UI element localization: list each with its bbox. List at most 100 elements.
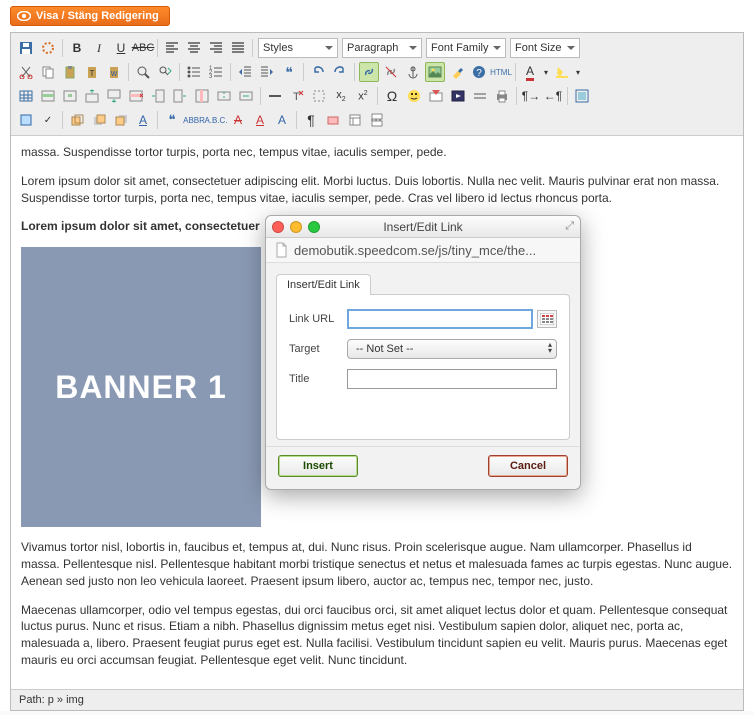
hr-icon[interactable] [265, 86, 285, 106]
fullscreen-icon[interactable] [572, 86, 592, 106]
find-replace-icon[interactable] [155, 62, 175, 82]
browse-link-button[interactable] [537, 310, 557, 328]
unlink-icon[interactable] [381, 62, 401, 82]
tab-panel: Link URL Target [276, 294, 570, 440]
sup-icon[interactable]: x2 [353, 86, 373, 106]
backcolor-dropdown-icon[interactable]: ▾ [574, 62, 582, 82]
ltr-icon[interactable]: ¶→ [521, 86, 541, 106]
link-icon[interactable] [359, 62, 379, 82]
italic-icon[interactable]: I [89, 38, 109, 58]
svg-text:3: 3 [209, 74, 213, 79]
undo-icon[interactable] [308, 62, 328, 82]
split-cells-icon[interactable] [214, 86, 234, 106]
underline-icon[interactable]: U [111, 38, 131, 58]
cut-icon[interactable] [16, 62, 36, 82]
remove-formatting-icon[interactable]: T [287, 86, 307, 106]
target-select[interactable]: -- Not Set -- ▴▾ [347, 339, 557, 359]
link-url-input[interactable] [347, 309, 533, 329]
layer-forward-icon[interactable] [89, 110, 109, 130]
align-justify-icon[interactable] [228, 38, 248, 58]
cleanup-icon[interactable] [447, 62, 467, 82]
emoticons-icon[interactable] [404, 86, 424, 106]
insert-col-after-icon[interactable] [170, 86, 190, 106]
paste-text-icon[interactable]: T [82, 62, 102, 82]
paragraph-select[interactable]: Paragraph [342, 38, 422, 58]
code-icon[interactable]: HTML [491, 62, 511, 82]
sub-icon[interactable]: x2 [331, 86, 351, 106]
rtl-icon[interactable]: ←¶ [543, 86, 563, 106]
help-icon[interactable]: ? [469, 62, 489, 82]
indent-icon[interactable] [257, 62, 277, 82]
delete-row-icon[interactable] [126, 86, 146, 106]
cite-blue-icon[interactable]: A [272, 110, 292, 130]
advhr-icon[interactable] [470, 86, 490, 106]
media-icon[interactable] [448, 86, 468, 106]
styleprops-icon[interactable] [16, 110, 36, 130]
attribs-icon[interactable]: ❝ [162, 110, 182, 130]
tab-insert-edit-link[interactable]: Insert/Edit Link [276, 274, 371, 295]
close-icon[interactable] [272, 221, 284, 233]
zoom-icon[interactable] [308, 221, 320, 233]
insert-row-after-icon[interactable] [104, 86, 124, 106]
bold-icon[interactable]: B [67, 38, 87, 58]
merge-cells-icon[interactable] [236, 86, 256, 106]
pagebreak-icon[interactable] [367, 110, 387, 130]
find-icon[interactable] [133, 62, 153, 82]
layer-icon[interactable] [67, 110, 87, 130]
insert-button[interactable]: Insert [278, 455, 358, 477]
paragraph: Maecenas ullamcorper, odio vel tempus eg… [21, 602, 733, 669]
nonbreaking-icon[interactable] [323, 110, 343, 130]
forecolor-icon[interactable]: A [520, 62, 540, 82]
numbered-list-icon[interactable]: 123 [206, 62, 226, 82]
toolbar: B I U ABC Styles Paragraph Font Family F… [11, 33, 743, 136]
banner-image[interactable]: BANNER 1 [21, 247, 261, 527]
table-icon[interactable] [16, 86, 36, 106]
insert-col-before-icon[interactable] [148, 86, 168, 106]
fontfamily-select[interactable]: Font Family [426, 38, 506, 58]
layer-absolute-icon[interactable]: A [133, 110, 153, 130]
cancel-button[interactable]: Cancel [488, 455, 568, 477]
title-input[interactable] [347, 369, 557, 389]
ins-icon[interactable]: A [250, 110, 270, 130]
strikethrough-icon[interactable]: ABC [133, 38, 153, 58]
blockquote-icon[interactable]: ❝ [279, 62, 299, 82]
toggle-edit-button[interactable]: Visa / Stäng Redigering [10, 6, 170, 26]
align-right-icon[interactable] [206, 38, 226, 58]
spellcheck-icon[interactable]: ✓ [38, 110, 58, 130]
charmap-icon[interactable]: Ω [382, 86, 402, 106]
print-icon[interactable] [492, 86, 512, 106]
acronym-icon[interactable]: A.B.C. [206, 110, 226, 130]
paste-word-icon[interactable]: W [104, 62, 124, 82]
align-left-icon[interactable] [162, 38, 182, 58]
save-icon[interactable] [16, 38, 36, 58]
paste-icon[interactable] [60, 62, 80, 82]
copy-icon[interactable] [38, 62, 58, 82]
visualchars-icon[interactable]: ¶ [301, 110, 321, 130]
bullet-list-icon[interactable] [184, 62, 204, 82]
minimize-icon[interactable] [290, 221, 302, 233]
element-path[interactable]: Path: p » img [19, 694, 84, 706]
align-center-icon[interactable] [184, 38, 204, 58]
expand-icon[interactable]: ⤢ [565, 220, 574, 233]
outdent-icon[interactable] [235, 62, 255, 82]
table-cell-props-icon[interactable] [60, 86, 80, 106]
fontsize-select[interactable]: Font Size [510, 38, 580, 58]
del-icon[interactable]: A [228, 110, 248, 130]
link-url-label: Link URL [289, 313, 347, 325]
iespell-icon[interactable] [426, 86, 446, 106]
new-doc-icon[interactable] [38, 38, 58, 58]
layer-backward-icon[interactable] [111, 110, 131, 130]
anchor-icon[interactable] [403, 62, 423, 82]
backcolor-icon[interactable] [552, 62, 572, 82]
insert-row-before-icon[interactable] [82, 86, 102, 106]
styles-select[interactable]: Styles [258, 38, 338, 58]
table-row-props-icon[interactable] [38, 86, 58, 106]
image-icon[interactable] [425, 62, 445, 82]
dialog-titlebar[interactable]: Insert/Edit Link ⤢ [266, 216, 580, 238]
abbr-icon[interactable]: ABBR [184, 110, 204, 130]
visual-aid-icon[interactable] [309, 86, 329, 106]
template-icon[interactable] [345, 110, 365, 130]
forecolor-dropdown-icon[interactable]: ▾ [542, 62, 550, 82]
redo-icon[interactable] [330, 62, 350, 82]
delete-col-icon[interactable] [192, 86, 212, 106]
